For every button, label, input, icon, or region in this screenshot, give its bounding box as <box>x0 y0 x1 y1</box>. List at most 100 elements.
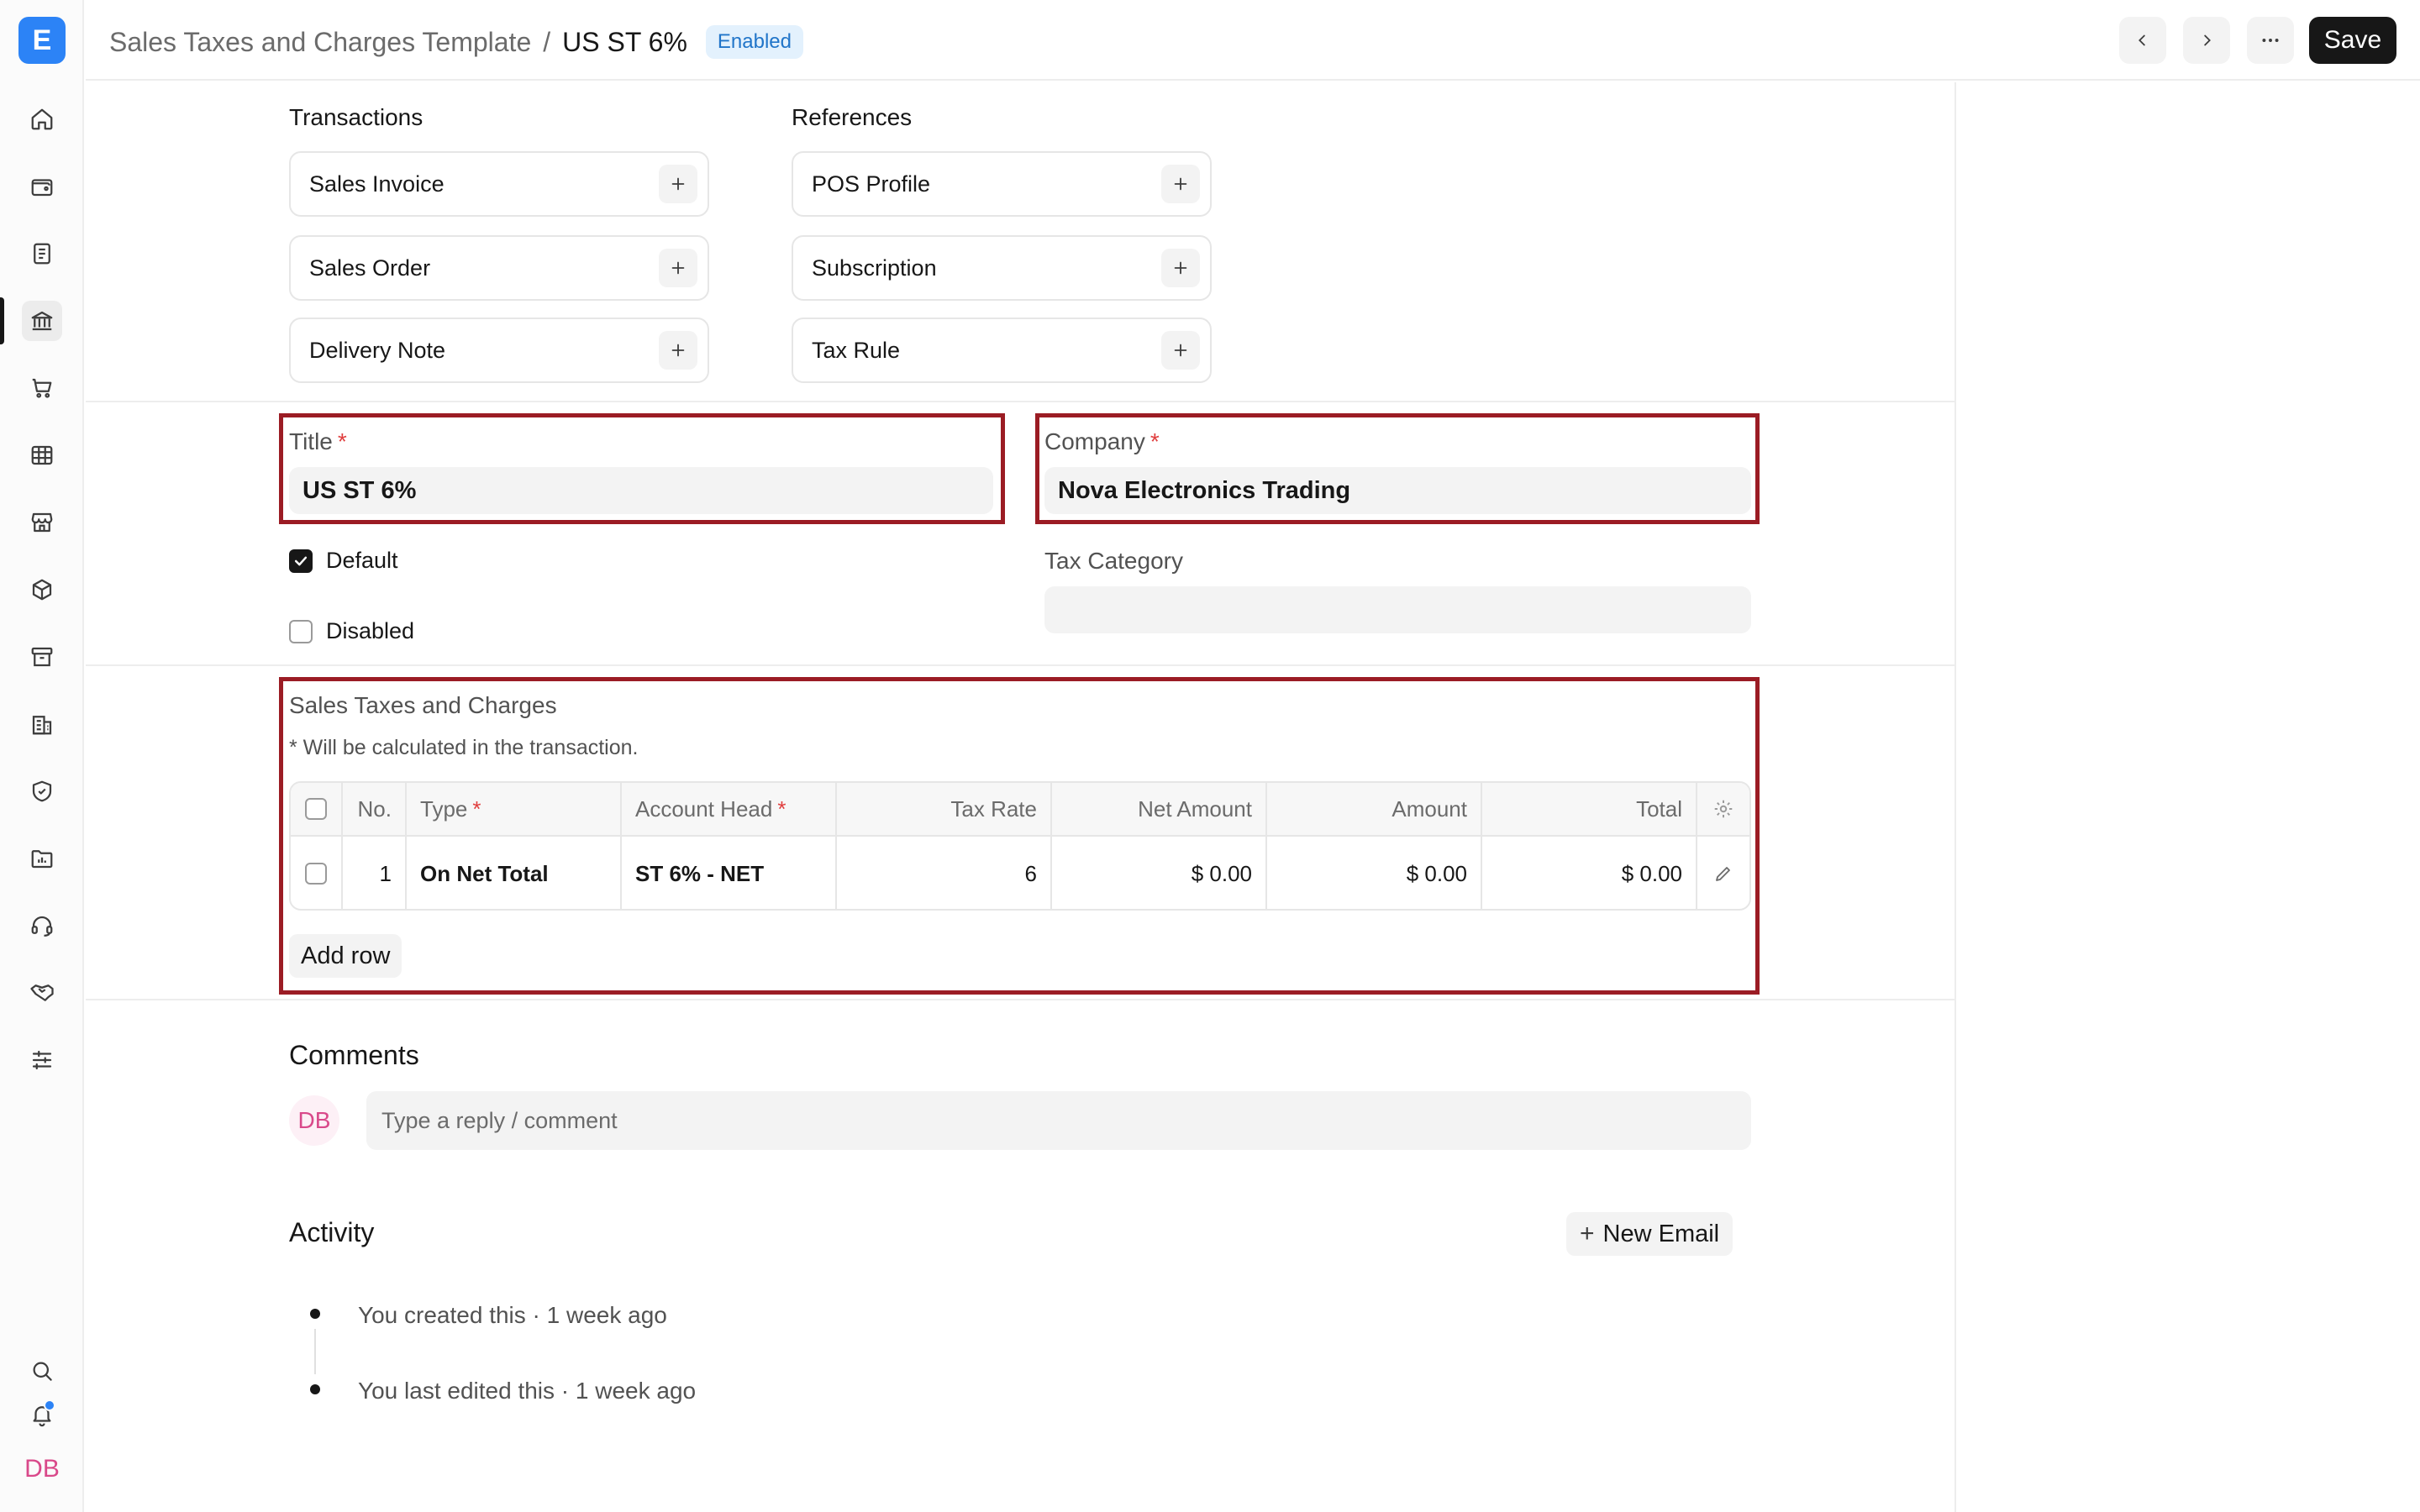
cell-total: $ 0.00 <box>1482 837 1697 909</box>
comment-input[interactable]: Type a reply / comment <box>366 1091 1751 1150</box>
bell-icon[interactable] <box>22 1394 62 1435</box>
col-type: Type * <box>407 783 622 835</box>
taxes-heading: Sales Taxes and Charges <box>289 692 557 718</box>
link-label: Sales Order <box>309 255 431 281</box>
check-icon <box>294 556 308 565</box>
company-input[interactable]: Nova Electronics Trading <box>1044 467 1751 514</box>
table-row[interactable]: 1 On Net Total ST 6% - NET 6 $ 0.00 $ 0.… <box>291 837 1749 909</box>
default-checkbox-row[interactable]: Default <box>289 548 398 574</box>
link-subscription[interactable]: Subscription <box>792 235 1212 301</box>
timeline-dot <box>310 1384 320 1394</box>
comments-heading: Comments <box>289 1040 419 1070</box>
shield-icon[interactable] <box>22 771 62 811</box>
row-select-cell <box>291 837 343 909</box>
link-label: POS Profile <box>812 171 931 197</box>
link-label: Subscription <box>812 255 937 281</box>
link-tax-rule[interactable]: Tax Rule <box>792 318 1212 383</box>
plus-icon <box>671 344 685 357</box>
tax-category-input[interactable] <box>1044 586 1751 633</box>
add-row-button[interactable]: Add row <box>289 934 402 978</box>
notification-dot <box>44 1399 55 1411</box>
timeline-dot <box>310 1309 320 1319</box>
plus-icon: + <box>1580 1220 1595 1247</box>
table-icon[interactable] <box>22 435 62 475</box>
disabled-checkbox-row[interactable]: Disabled <box>289 618 414 644</box>
link-pos-profile[interactable]: POS Profile <box>792 151 1212 217</box>
add-tax-rule-button[interactable] <box>1161 331 1200 370</box>
save-button[interactable]: Save <box>2309 17 2396 64</box>
edit-row-button[interactable] <box>1697 837 1749 909</box>
title-input[interactable]: US ST 6% <box>289 467 993 514</box>
previous-button[interactable] <box>2119 17 2166 64</box>
table-header: No. Type * Account Head * Tax Rate Net Amo… <box>291 783 1749 837</box>
activity-item: You last edited this · 1 week ago <box>358 1378 697 1404</box>
timeline-connector <box>314 1329 316 1374</box>
activity-heading: Activity <box>289 1217 375 1247</box>
logo-letter: E <box>32 24 52 56</box>
link-label: Sales Invoice <box>309 171 445 197</box>
col-amount: Amount <box>1267 783 1482 835</box>
active-indicator <box>0 297 4 344</box>
add-subscription-button[interactable] <box>1161 249 1200 287</box>
plus-icon <box>671 261 685 275</box>
user-avatar[interactable]: DB <box>22 1449 62 1489</box>
new-email-button[interactable]: + New Email <box>1566 1212 1733 1256</box>
search-icon[interactable] <box>22 1351 62 1391</box>
col-tax-rate: Tax Rate <box>837 783 1052 835</box>
document-icon[interactable] <box>22 234 62 274</box>
cell-net-amount: $ 0.00 <box>1052 837 1267 909</box>
link-sales-order[interactable]: Sales Order <box>289 235 709 301</box>
disabled-label: Disabled <box>326 618 415 643</box>
building-icon[interactable] <box>22 704 62 744</box>
plus-icon <box>671 177 685 191</box>
header-select-cell <box>291 783 343 835</box>
cell-tax-rate[interactable]: 6 <box>837 837 1052 909</box>
cell-type[interactable]: On Net Total <box>407 837 622 909</box>
cell-account-head[interactable]: ST 6% - NET <box>622 837 837 909</box>
title-label: Title * <box>289 428 347 454</box>
plus-icon <box>1174 177 1187 191</box>
headset-icon[interactable] <box>22 906 62 946</box>
ellipsis-icon <box>2262 39 2279 42</box>
home-icon[interactable] <box>22 99 62 139</box>
add-delivery-note-button[interactable] <box>659 331 697 370</box>
col-account-head: Account Head * <box>622 783 837 835</box>
wallet-icon[interactable] <box>22 166 62 207</box>
breadcrumb-separator: / <box>543 26 551 57</box>
add-pos-profile-button[interactable] <box>1161 165 1200 203</box>
add-sales-invoice-button[interactable] <box>659 165 697 203</box>
breadcrumb-parent[interactable]: Sales Taxes and Charges Template <box>109 27 531 58</box>
bank-icon[interactable] <box>22 301 62 341</box>
col-net-amount: Net Amount <box>1052 783 1267 835</box>
col-no: No. <box>343 783 407 835</box>
chevron-right-icon <box>2204 34 2211 46</box>
cart-icon[interactable] <box>22 368 62 408</box>
archive-icon[interactable] <box>22 637 62 677</box>
default-checkbox[interactable] <box>289 549 313 573</box>
gear-icon <box>1714 800 1733 818</box>
folder-chart-icon[interactable] <box>22 838 62 879</box>
new-email-label: New Email <box>1602 1220 1720 1247</box>
column-settings-button[interactable] <box>1697 783 1749 835</box>
cube-icon[interactable] <box>22 570 62 610</box>
pencil-icon <box>1716 867 1730 881</box>
link-sales-invoice[interactable]: Sales Invoice <box>289 151 709 217</box>
app-logo[interactable]: E <box>18 17 66 64</box>
page-header: Sales Taxes and Charges Template / US ST… <box>86 0 2420 81</box>
select-all-checkbox[interactable] <box>305 798 327 820</box>
activity-item: You created this · 1 week ago <box>358 1302 667 1328</box>
transactions-heading: Transactions <box>289 104 424 130</box>
more-options-button[interactable] <box>2247 17 2294 64</box>
section-divider <box>86 999 1954 1000</box>
add-sales-order-button[interactable] <box>659 249 697 287</box>
link-label: Tax Rule <box>812 337 901 363</box>
store-icon[interactable] <box>22 502 62 543</box>
handshake-icon[interactable] <box>22 973 62 1013</box>
disabled-checkbox[interactable] <box>289 619 313 643</box>
next-button[interactable] <box>2183 17 2230 64</box>
section-divider <box>86 664 1954 666</box>
sliders-icon[interactable] <box>22 1040 62 1080</box>
cell-amount: $ 0.00 <box>1267 837 1482 909</box>
row-checkbox[interactable] <box>305 863 327 885</box>
link-delivery-note[interactable]: Delivery Note <box>289 318 709 383</box>
